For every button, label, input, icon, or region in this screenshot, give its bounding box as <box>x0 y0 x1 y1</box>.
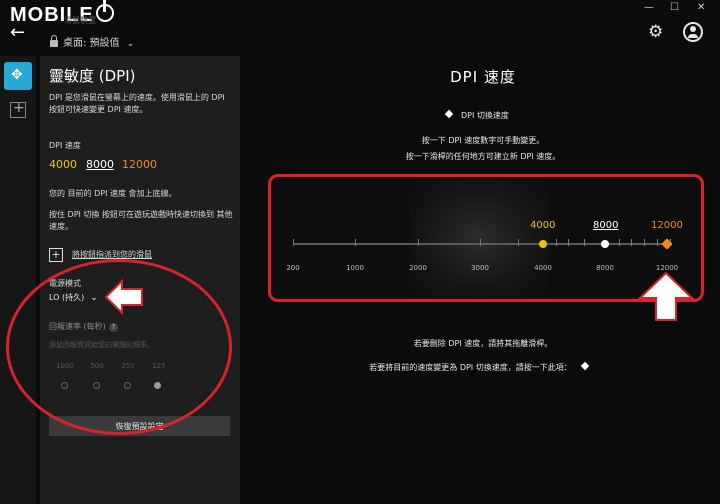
slider-tick <box>631 239 632 246</box>
dpi-stage-1[interactable]: 4000 <box>49 158 77 171</box>
slider-stage-1[interactable]: 4000 <box>530 220 555 231</box>
slider-handle-8000[interactable] <box>601 240 609 248</box>
current-dpi-note: 您的 目前的 DPI 速度 會加上底線。 <box>49 189 177 198</box>
dpi-switch-hint: 若要將目前的速度變更為 DPI 切換速度，請按一下此項： <box>360 361 606 373</box>
dpi-stage-3[interactable]: 12000 <box>122 158 157 171</box>
dpi-slider-panel: 4000 8000 12000 200 1000 2000 3000 4000 … <box>268 174 704 302</box>
slider-stage-3[interactable]: 12000 <box>651 220 683 231</box>
slider-tick <box>619 239 620 246</box>
logo-power-icon <box>95 0 114 22</box>
dpi-slider-track[interactable] <box>293 243 670 245</box>
title-bar: MOBILE 滑鼠裝置 ← 桌面: 預設值 ⌄ — ☐ ✕ ⚙ <box>0 0 720 56</box>
panel-title: 靈敏度 (DPI) <box>49 67 136 85</box>
minimize-button[interactable]: — <box>644 2 654 13</box>
dpi-speed-label: DPI 速度 <box>49 141 81 150</box>
profile-label: 桌面: 預設值 <box>63 38 120 49</box>
slider-tick <box>584 239 585 246</box>
lock-icon <box>50 35 58 47</box>
slider-tick <box>293 239 294 246</box>
slider-tick <box>657 239 658 246</box>
slider-tick <box>556 239 557 246</box>
scale-label: 12000 <box>655 264 679 272</box>
chevron-down-icon: ⌄ <box>126 39 135 49</box>
instruction-line-1: 按一下 DPI 速度數字可手動變更。 <box>421 136 545 145</box>
dpi-switch-note: 按住 DPI 切換 按鈕可在遊玩遊戲時快速切換到 其他速度。 <box>49 210 233 231</box>
maximize-button[interactable]: ☐ <box>670 2 679 13</box>
slider-tick <box>644 239 645 246</box>
dpi-switch-diamond-button[interactable] <box>580 361 589 371</box>
slider-tick <box>568 239 569 246</box>
add-panel-icon[interactable] <box>4 96 32 124</box>
scale-label: 1000 <box>346 264 364 272</box>
gear-icon[interactable]: ⚙ <box>648 22 663 42</box>
mouse-silhouette <box>409 177 549 299</box>
diamond-icon <box>444 109 454 119</box>
scale-label: 4000 <box>534 264 552 272</box>
dpi-settings-icon[interactable] <box>4 62 32 90</box>
scale-label: 2000 <box>409 264 427 272</box>
assign-link-label: 將按鈕指派到您的滑鼠 <box>72 250 152 259</box>
slider-tick <box>480 239 481 246</box>
scale-label: 8000 <box>596 264 614 272</box>
close-button[interactable]: ✕ <box>697 2 705 13</box>
page-title: DPI 速度 <box>450 68 516 86</box>
instruction-line-2: 按一下滑桿的任何地方可建立新 DPI 速度。 <box>405 152 561 161</box>
delete-dpi-hint: 若要刪除 DPI 速度，請將其拖離滑桿。 <box>413 339 553 348</box>
slider-tick <box>418 239 419 246</box>
slider-handle-4000[interactable] <box>539 240 547 248</box>
plus-icon: + <box>49 247 63 262</box>
slider-tick <box>518 239 519 246</box>
slider-stage-2[interactable]: 8000 <box>593 220 618 231</box>
profile-selector[interactable]: 桌面: 預設值 ⌄ <box>50 34 134 49</box>
scale-label: 200 <box>286 264 300 272</box>
back-arrow-icon[interactable]: ← <box>10 22 25 43</box>
scale-label: 3000 <box>471 264 489 272</box>
dpi-switch-legend: DPI 切換速度 <box>444 109 509 121</box>
account-icon[interactable] <box>683 22 703 42</box>
dpi-stage-2[interactable]: 8000 <box>86 158 114 171</box>
app-logo: MOBILE <box>10 0 114 27</box>
device-subtitle: 滑鼠裝置 <box>64 16 96 25</box>
panel-description: DPI 是您滑鼠在螢幕上的速度。使用滑鼠上的 DPI 按鈕可快速變更 DPI 速… <box>49 93 225 114</box>
slider-tick <box>355 239 356 246</box>
annotation-ellipse <box>6 259 232 435</box>
side-rail <box>0 56 36 504</box>
